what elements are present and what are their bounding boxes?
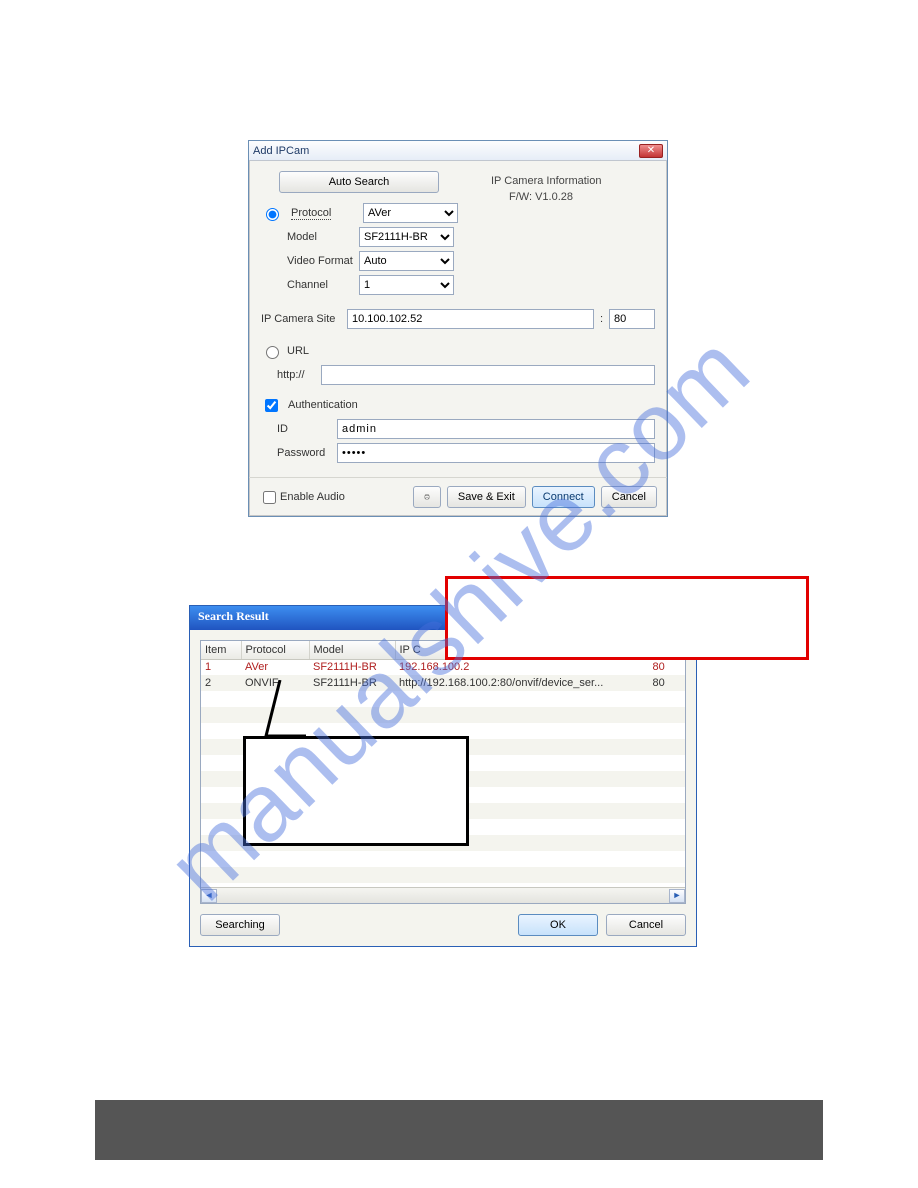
callout-black [243,736,469,846]
authentication-checkbox[interactable] [265,399,278,412]
table-row [201,867,685,883]
url-radio[interactable] [266,346,279,359]
searching-button[interactable]: Searching [200,914,280,936]
table-row [201,691,685,707]
password-input[interactable] [337,443,655,463]
cell-model: SF2111H-BR [309,675,395,691]
enable-audio-label: Enable Audio [280,491,345,503]
cancel-button[interactable]: Cancel [601,486,657,508]
password-label: Password [261,447,331,459]
http-label: http:// [261,369,315,381]
info-title: IP Camera Information [491,173,601,189]
id-label: ID [261,423,331,435]
protocol-select[interactable]: AVer [363,203,458,223]
cell-item: 2 [201,675,241,691]
cell-model: SF2111H-BR [309,659,395,675]
printer-icon[interactable] [413,486,441,508]
dialog-title: Add IPCam [253,145,309,157]
model-select[interactable]: SF2111H-BR [359,227,454,247]
channel-select[interactable]: 1 [359,275,454,295]
page-footer [95,1100,823,1160]
info-firmware: F/W: V1.0.28 [491,189,601,205]
cell-protocol: AVer [241,659,309,675]
cell-ipcam: http://192.168.100.2:80/onvif/device_ser… [395,675,649,691]
ip-camera-information: IP Camera Information F/W: V1.0.28 [491,171,601,205]
callout-red [445,576,809,660]
authentication-label: Authentication [288,399,358,411]
horizontal-scrollbar[interactable]: ◄ ► [201,887,685,903]
ip-camera-site-label: IP Camera Site [261,313,341,325]
protocol-radio[interactable] [266,208,279,221]
protocol-label: Protocol [291,207,331,220]
cancel-button-2[interactable]: Cancel [606,914,686,936]
table-row [201,851,685,867]
cell-protocol: ONVIF [241,675,309,691]
close-icon[interactable]: ✕ [639,144,663,158]
save-exit-button[interactable]: Save & Exit [447,486,526,508]
enable-audio-checkbox[interactable] [263,491,276,504]
port-input[interactable] [609,309,655,329]
table-row[interactable]: 2 ONVIF SF2111H-BR http://192.168.100.2:… [201,675,685,691]
col-model[interactable]: Model [309,641,395,659]
dialog-titlebar: Add IPCam ✕ [249,141,667,161]
table-row[interactable]: 1 AVer SF2111H-BR 192.168.100.2 80 [201,659,685,675]
cell-port: 80 [649,659,685,675]
http-input[interactable] [321,365,655,385]
cell-port: 80 [649,675,685,691]
add-ipcam-dialog: Add IPCam ✕ Auto Search Protocol AVer [248,140,668,517]
auto-search-button[interactable]: Auto Search [279,171,439,193]
video-format-label: Video Format [283,255,353,267]
model-label: Model [283,231,353,243]
channel-label: Channel [283,279,353,291]
ok-button[interactable]: OK [518,914,598,936]
cell-item: 1 [201,659,241,675]
url-label: URL [287,345,309,357]
scroll-right-icon[interactable]: ► [669,889,685,903]
connect-button[interactable]: Connect [532,486,595,508]
ip-camera-site-input[interactable] [347,309,594,329]
id-input[interactable] [337,419,655,439]
video-format-select[interactable]: Auto [359,251,454,271]
port-separator: : [600,313,603,325]
col-protocol[interactable]: Protocol [241,641,309,659]
col-item[interactable]: Item [201,641,241,659]
cell-ipcam: 192.168.100.2 [395,659,649,675]
table-row [201,707,685,723]
scroll-left-icon[interactable]: ◄ [201,889,217,903]
